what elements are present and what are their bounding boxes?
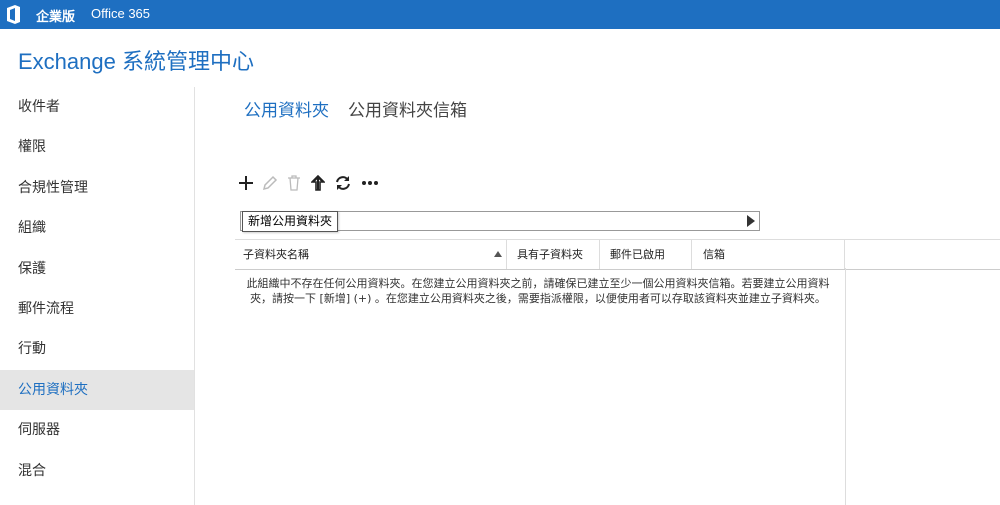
add-button[interactable]: [235, 172, 257, 194]
plus-icon: [239, 176, 253, 190]
sort-ascending-icon: [494, 251, 502, 257]
sidebar-item-compliance[interactable]: 合規性管理: [0, 168, 194, 208]
sidebar-item-mail-flow[interactable]: 郵件流程: [0, 289, 194, 329]
column-mail-enabled[interactable]: 郵件已啟用: [600, 240, 692, 269]
product-link[interactable]: Office 365: [91, 6, 150, 21]
column-has-subfolders[interactable]: 具有子資料夾: [507, 240, 600, 269]
column-label: 子資料夾名稱: [243, 248, 309, 261]
top-bar: 企業版 Office 365: [0, 0, 1000, 29]
sidebar-item-recipients[interactable]: 收件者: [0, 87, 194, 127]
tab-public-folder-mailboxes[interactable]: 公用資料夾信箱: [348, 96, 467, 121]
sidebar-item-permissions[interactable]: 權限: [0, 127, 194, 167]
column-subfolder-name[interactable]: 子資料夾名稱: [235, 240, 507, 269]
sidebar: 收件者 權限 合規性管理 組織 保護 郵件流程 行動 公用資料夾 伺服器 混合: [0, 87, 195, 505]
office-logo-icon[interactable]: [6, 5, 21, 24]
trash-icon: [288, 175, 300, 191]
tab-public-folders[interactable]: 公用資料夾: [244, 96, 329, 121]
table-header: 子資料夾名稱 具有子資料夾 郵件已啟用 信箱: [235, 239, 1000, 270]
sidebar-item-mobile[interactable]: 行動: [0, 329, 194, 369]
sidebar-item-public-folders[interactable]: 公用資料夾: [0, 369, 194, 411]
edit-button[interactable]: [259, 172, 281, 194]
details-pane-divider: [845, 268, 846, 505]
sidebar-item-organization[interactable]: 組織: [0, 208, 194, 248]
refresh-button[interactable]: [332, 172, 354, 194]
brand-label[interactable]: 企業版: [36, 6, 75, 25]
sidebar-item-servers[interactable]: 伺服器: [0, 410, 194, 450]
column-label: 信箱: [703, 248, 725, 261]
add-tooltip: 新增公用資料夾: [242, 211, 339, 232]
column-label: 具有子資料夾: [517, 248, 583, 261]
pencil-icon: [262, 175, 278, 191]
app-title: Exchange 系統管理中心: [18, 49, 254, 74]
expand-arrow-icon[interactable]: [747, 215, 755, 227]
move-up-button[interactable]: [307, 172, 329, 194]
column-mailbox[interactable]: 信箱: [692, 240, 845, 269]
sidebar-item-protection[interactable]: 保護: [0, 249, 194, 289]
column-label: 郵件已啟用: [610, 248, 665, 261]
sidebar-item-hybrid[interactable]: 混合: [0, 451, 194, 491]
delete-button[interactable]: [283, 172, 305, 194]
empty-state-message: 此組織中不存在任何公用資料夾。在您建立公用資料夾之前，請確保已建立至少一個公用資…: [246, 277, 830, 305]
more-button[interactable]: [359, 172, 381, 194]
more-icon: [362, 181, 378, 185]
up-arrow-icon: [311, 175, 325, 191]
refresh-icon: [336, 176, 350, 190]
